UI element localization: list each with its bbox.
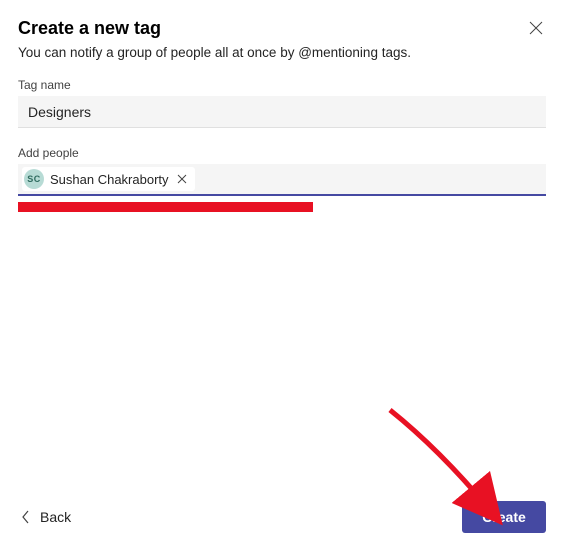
avatar: SC: [24, 169, 44, 189]
back-label: Back: [40, 509, 71, 525]
person-chip: SC Sushan Chakraborty: [22, 167, 195, 191]
close-icon[interactable]: [528, 20, 544, 36]
add-people-input[interactable]: SC Sushan Chakraborty: [18, 164, 546, 196]
tag-name-input[interactable]: [18, 96, 546, 128]
dialog-title: Create a new tag: [18, 18, 161, 39]
remove-person-icon[interactable]: [175, 172, 189, 186]
create-button[interactable]: Create: [462, 501, 546, 533]
dialog-subtitle: You can notify a group of people all at …: [18, 45, 546, 60]
chevron-left-icon: [22, 510, 30, 524]
redaction-bar: [18, 202, 313, 212]
add-people-label: Add people: [18, 146, 546, 160]
back-button[interactable]: Back: [18, 503, 75, 531]
tag-name-label: Tag name: [18, 78, 546, 92]
person-name: Sushan Chakraborty: [50, 172, 169, 187]
